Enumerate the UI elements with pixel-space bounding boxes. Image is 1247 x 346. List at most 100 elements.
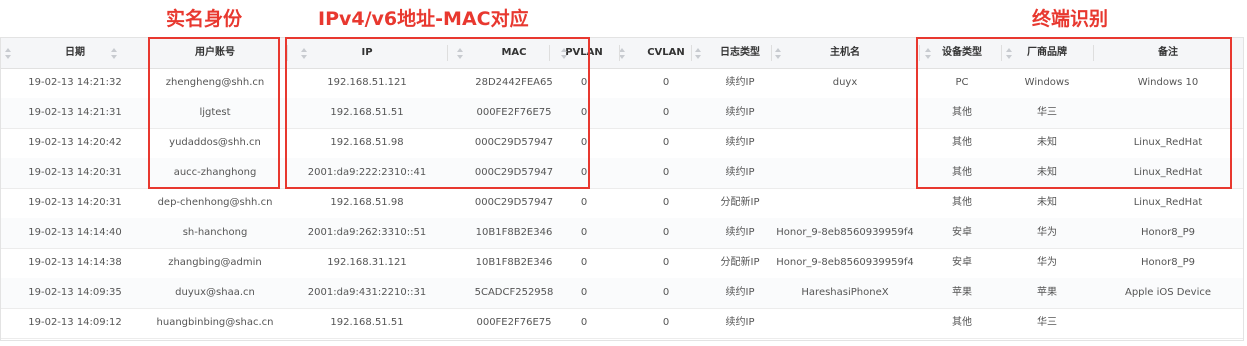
cell-date: 19-02-13 14:21:31 (28, 107, 122, 118)
table-header: 日期 用户账号 IP MAC PVLAN CVLAN 日志类型 主机名 设备类型 厂商品牌 备注 (1, 38, 1243, 69)
cell-device-type: 其他 (952, 167, 972, 178)
cell-remark: Linux_RedHat (1133, 137, 1203, 148)
column-divider[interactable] (619, 45, 620, 61)
cell-hostname (771, 188, 919, 218)
table-row[interactable]: 19-02-13 14:20:31 dep-chenhong@shh.cn 192.… (1, 188, 1243, 219)
cell-hostname (771, 158, 919, 188)
cell-remark: Windows 10 (1137, 77, 1199, 88)
column-divider[interactable] (1001, 45, 1002, 61)
cell-date: 19-02-13 14:20:31 (28, 197, 122, 208)
column-header-remark[interactable]: 备注 (1093, 38, 1243, 68)
table-row[interactable]: 19-02-13 14:20:31 aucc-zhanghong 2001:da9:… (1, 158, 1243, 189)
sort-icon[interactable] (111, 48, 117, 59)
cell-ip: 192.168.51.51 (330, 317, 404, 328)
cell-remark (1093, 98, 1243, 128)
table-row[interactable]: 19-02-13 14:14:40 sh-hanchong 2001:da9:262… (1, 218, 1243, 249)
cell-device-type: 安卓 (952, 257, 972, 268)
cell-remark: Apple iOS Device (1124, 287, 1212, 298)
cell-vendor: 苹果 (1037, 287, 1057, 298)
cell-remark: Linux_RedHat (1133, 197, 1203, 208)
cell-pvlan: 0 (580, 167, 588, 178)
cell-user-account: zhangbing@admin (168, 257, 262, 268)
cell-hostname: Honor_9-8eb8560939959f4 (776, 227, 914, 238)
sort-icon[interactable] (561, 48, 567, 59)
cell-device-type: 其他 (952, 137, 972, 148)
cell-device-type: 其他 (952, 197, 972, 208)
column-header-device-type[interactable]: 设备类型 (919, 38, 1005, 68)
cell-user-account: yudaddos@shh.cn (169, 137, 261, 148)
column-divider[interactable] (287, 45, 288, 61)
cell-device-type: 其他 (952, 107, 972, 118)
sort-icon[interactable] (5, 48, 11, 59)
sort-icon[interactable] (925, 48, 931, 59)
column-divider[interactable] (1093, 45, 1094, 61)
cell-vendor: 未知 (1037, 167, 1057, 178)
cell-pvlan: 0 (580, 77, 588, 88)
cell-remark: Honor8_P9 (1141, 227, 1195, 238)
annotation-address-label: IPv4/v6地址-MAC对应 (318, 8, 529, 30)
cell-ip: 192.168.51.98 (330, 197, 404, 208)
cell-date: 19-02-13 14:21:32 (28, 77, 122, 88)
cell-date: 19-02-13 14:20:42 (28, 137, 122, 148)
sort-icon[interactable] (457, 48, 463, 59)
column-divider[interactable] (919, 45, 920, 61)
cell-vendor: 未知 (1037, 137, 1057, 148)
cell-device-type: 其他 (952, 317, 972, 328)
column-header-user-account[interactable]: 用户账号 (149, 38, 281, 68)
cell-pvlan: 0 (580, 287, 588, 298)
cell-vendor: 未知 (1037, 197, 1057, 208)
cell-ip: 192.168.51.121 (327, 77, 407, 88)
sort-icon[interactable] (301, 48, 307, 59)
cell-date: 19-02-13 14:14:40 (28, 227, 122, 238)
cell-user-account: aucc-zhanghong (173, 167, 257, 178)
cell-remark: Linux_RedHat (1133, 167, 1203, 178)
column-divider[interactable] (447, 45, 448, 61)
cell-ip: 192.168.51.51 (330, 107, 404, 118)
cell-pvlan: 0 (580, 137, 588, 148)
cell-pvlan: 0 (580, 107, 588, 118)
column-header-date[interactable]: 日期 (1, 38, 149, 68)
column-divider[interactable] (149, 45, 150, 61)
table-row[interactable]: 19-02-13 14:21:32 zhengheng@shh.cn 192.168… (1, 68, 1243, 99)
cell-user-account: sh-hanchong (182, 227, 248, 238)
column-header-hostname[interactable]: 主机名 (771, 38, 919, 68)
cell-user-account: ljgtest (199, 107, 231, 118)
cell-vendor: Windows (1024, 77, 1070, 88)
cell-user-account: dep-chenhong@shh.cn (157, 197, 273, 208)
cell-remark (1093, 308, 1243, 338)
table-row[interactable]: 19-02-13 14:14:38 zhangbing@admin 192.168.… (1, 248, 1243, 279)
cell-date: 19-02-13 14:09:12 (28, 317, 122, 328)
table-row[interactable]: 19-02-13 14:21:31 ljgtest 192.168.51.51 000… (1, 98, 1243, 129)
cell-ip: 2001:da9:222:2310::41 (307, 167, 427, 178)
cell-device-type: 苹果 (952, 287, 972, 298)
column-header-vendor[interactable]: 厂商品牌 (1001, 38, 1093, 68)
column-header-pvlan[interactable]: PVLAN (549, 38, 619, 68)
cell-hostname (771, 128, 919, 158)
sort-icon[interactable] (695, 48, 701, 59)
column-divider[interactable] (771, 45, 772, 61)
annotation-identity-label: 实名身份 (166, 8, 243, 30)
column-divider[interactable] (691, 45, 692, 61)
cell-vendor: 华三 (1037, 107, 1057, 118)
sort-icon[interactable] (775, 48, 781, 59)
table-row[interactable]: 19-02-13 14:20:42 yudaddos@shh.cn 192.168.… (1, 128, 1243, 159)
cell-hostname (771, 308, 919, 338)
table-row[interactable]: 19-02-13 14:09:35 duyux@shaa.cn 2001:da9:4… (1, 278, 1243, 309)
cell-vendor: 华三 (1037, 317, 1057, 328)
cell-pvlan: 0 (580, 197, 588, 208)
cell-device-type: 安卓 (952, 227, 972, 238)
column-header-ip[interactable]: IP (287, 38, 447, 68)
cell-date: 19-02-13 14:20:31 (28, 167, 122, 178)
cell-hostname: duyx (832, 77, 858, 88)
cell-pvlan: 0 (580, 257, 588, 268)
table-row[interactable]: 19-02-13 14:09:12 huangbinbing@shac.cn 192… (1, 308, 1243, 339)
cell-pvlan: 0 (580, 227, 588, 238)
cell-user-account: huangbinbing@shac.cn (156, 317, 274, 328)
cell-ip: 192.168.51.98 (330, 137, 404, 148)
column-divider[interactable] (549, 45, 550, 61)
sort-icon[interactable] (1006, 48, 1012, 59)
cell-vendor: 华为 (1037, 227, 1057, 238)
cell-user-account: zhengheng@shh.cn (165, 77, 265, 88)
cell-user-account: duyux@shaa.cn (175, 287, 255, 298)
cell-ip: 192.168.31.121 (327, 257, 407, 268)
